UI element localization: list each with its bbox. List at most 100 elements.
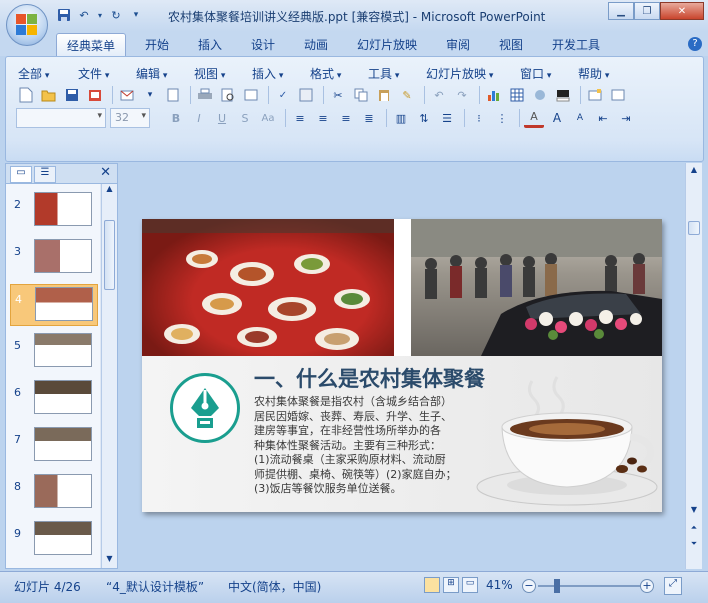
scroll-thumb[interactable]: [104, 220, 115, 290]
outline-tab[interactable]: ☰: [34, 166, 56, 183]
tab-classic-menu[interactable]: 经典菜单: [56, 33, 127, 56]
research-icon[interactable]: [296, 85, 316, 105]
increase-indent-icon[interactable]: ⇥: [616, 108, 636, 128]
table-icon[interactable]: [507, 85, 527, 105]
bullets-icon[interactable]: ⁝: [469, 108, 489, 128]
editor-scrollbar[interactable]: ▲ ▼ ⏶ ⏷: [685, 163, 702, 569]
close-panel-icon[interactable]: ✕: [100, 165, 111, 180]
zoom-out-icon[interactable]: −: [522, 579, 536, 593]
normal-view-icon[interactable]: [424, 577, 440, 593]
preview-icon[interactable]: [218, 85, 238, 105]
close-button[interactable]: ✕: [660, 2, 704, 20]
pdf-icon[interactable]: ▾: [140, 85, 160, 105]
fit-to-window-icon[interactable]: ⤢: [664, 577, 682, 595]
decrease-indent-icon[interactable]: ⇤: [593, 108, 613, 128]
slide-sorter-icon[interactable]: ⊞: [443, 577, 459, 593]
help-icon[interactable]: ?: [688, 37, 702, 51]
scroll-down-icon[interactable]: ▼: [687, 505, 701, 519]
line-spacing-icon[interactable]: ☰: [437, 108, 457, 128]
next-slide-icon[interactable]: ⏷: [687, 539, 701, 553]
menu-edit[interactable]: 编辑: [136, 65, 167, 82]
permission-icon[interactable]: [85, 85, 105, 105]
menu-format[interactable]: 格式: [310, 65, 341, 82]
print-preview-icon[interactable]: [163, 85, 183, 105]
view-icon[interactable]: [241, 85, 261, 105]
new-icon[interactable]: [16, 85, 36, 105]
slide-thumb-8[interactable]: 8: [10, 472, 98, 514]
shadow-icon[interactable]: S: [235, 108, 255, 128]
menu-slideshow[interactable]: 幻灯片放映: [426, 65, 493, 82]
restore-button[interactable]: ❐: [634, 2, 660, 20]
undo-dropdown-icon[interactable]: ▾: [96, 7, 104, 23]
tab-design[interactable]: 设计: [251, 36, 275, 53]
align-left-icon[interactable]: ≡: [290, 108, 310, 128]
copy-icon[interactable]: [351, 85, 371, 105]
paste-icon[interactable]: [374, 85, 394, 105]
color-icon[interactable]: [553, 85, 573, 105]
slides-tab[interactable]: ▭: [10, 166, 32, 183]
columns-icon[interactable]: ▥: [391, 108, 411, 128]
menu-window[interactable]: 窗口: [520, 65, 551, 82]
save-icon[interactable]: [62, 85, 82, 105]
underline-icon[interactable]: U: [212, 108, 232, 128]
customize-qat-icon[interactable]: ▾: [128, 7, 144, 23]
open-icon[interactable]: [39, 85, 59, 105]
tab-home[interactable]: 开始: [145, 36, 169, 53]
slide-thumb-5[interactable]: 5: [10, 331, 98, 373]
save-icon[interactable]: [56, 7, 72, 23]
print-icon[interactable]: [195, 85, 215, 105]
previous-slide-icon[interactable]: ⏶: [687, 523, 701, 537]
tab-slideshow[interactable]: 幻灯片放映: [357, 36, 417, 53]
case-icon[interactable]: Aa: [258, 108, 278, 128]
scroll-up-icon[interactable]: ▲: [103, 184, 116, 198]
font-name-combo[interactable]: [16, 108, 106, 128]
slide-thumb-10[interactable]: 10: [10, 566, 98, 568]
redo-icon[interactable]: ↻: [108, 7, 124, 23]
zoom-level[interactable]: 41%: [486, 578, 513, 592]
layout-icon[interactable]: [608, 85, 628, 105]
tab-developer[interactable]: 开发工具: [552, 36, 600, 53]
font-size-combo[interactable]: 32: [110, 108, 150, 128]
minimize-button[interactable]: ▁: [608, 2, 634, 20]
slide-body[interactable]: 农村集体聚餐是指农村（含城乡结合部） 居民因婚嫁、丧葬、寿辰、升学、生子、 建房…: [254, 395, 504, 497]
tab-insert[interactable]: 插入: [198, 36, 222, 53]
slide-thumb-6[interactable]: 6: [10, 378, 98, 420]
redo-icon[interactable]: ↷: [452, 85, 472, 105]
scroll-down-icon[interactable]: ▼: [103, 554, 116, 568]
slide-thumb-4[interactable]: 4: [10, 284, 98, 326]
menu-tools[interactable]: 工具: [368, 65, 399, 82]
scroll-up-icon[interactable]: ▲: [687, 165, 701, 179]
slideshow-view-icon[interactable]: ▭: [462, 577, 478, 593]
format-painter-icon[interactable]: ✎: [397, 85, 417, 105]
menu-help[interactable]: 帮助: [578, 65, 609, 82]
email-icon[interactable]: [117, 85, 137, 105]
shrink-font-icon[interactable]: A: [570, 108, 590, 128]
font-color-icon[interactable]: A: [524, 108, 544, 128]
tab-review[interactable]: 审阅: [446, 36, 470, 53]
chart-icon[interactable]: [484, 85, 504, 105]
undo-icon[interactable]: ↶: [76, 7, 92, 23]
menu-insert[interactable]: 插入: [252, 65, 283, 82]
numbering-icon[interactable]: ⋮: [492, 108, 512, 128]
scroll-thumb[interactable]: [688, 221, 700, 235]
slide-thumb-7[interactable]: 7: [10, 425, 98, 467]
align-right-icon[interactable]: ≡: [336, 108, 356, 128]
menu-file[interactable]: 文件: [78, 65, 109, 82]
tab-animation[interactable]: 动画: [304, 36, 328, 53]
zoom-slider-thumb[interactable]: [554, 579, 560, 593]
spelling-icon[interactable]: ✓: [273, 85, 293, 105]
italic-icon[interactable]: I: [189, 108, 209, 128]
undo-icon[interactable]: ↶: [429, 85, 449, 105]
grow-font-icon[interactable]: A: [547, 108, 567, 128]
menu-all[interactable]: 全部: [18, 65, 49, 82]
slide-thumb-2[interactable]: 2: [10, 190, 98, 232]
slide-heading[interactable]: 一、什么是农村集体聚餐: [254, 363, 485, 393]
align-center-icon[interactable]: ≡: [313, 108, 333, 128]
panel-scrollbar[interactable]: ▲ ▼: [101, 184, 117, 568]
cut-icon[interactable]: ✂: [328, 85, 348, 105]
office-button[interactable]: [6, 4, 48, 46]
menu-view[interactable]: 视图: [194, 65, 225, 82]
text-direction-icon[interactable]: ⇅: [414, 108, 434, 128]
slide-thumb-3[interactable]: 3: [10, 237, 98, 279]
slide-thumb-9[interactable]: 9: [10, 519, 98, 561]
